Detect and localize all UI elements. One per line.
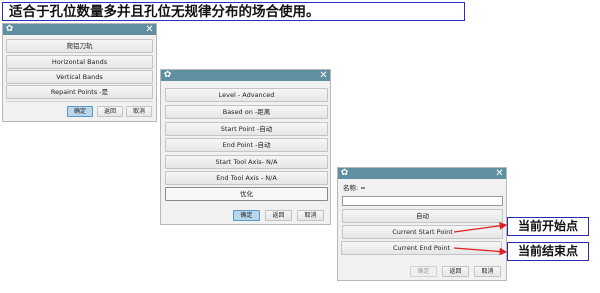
callout-current-start-point: 当前开始点 [507,217,589,236]
end-point-arrow [453,247,508,256]
start-point-arrow [453,222,508,233]
callout-current-end-point: 当前结束点 [507,242,589,261]
